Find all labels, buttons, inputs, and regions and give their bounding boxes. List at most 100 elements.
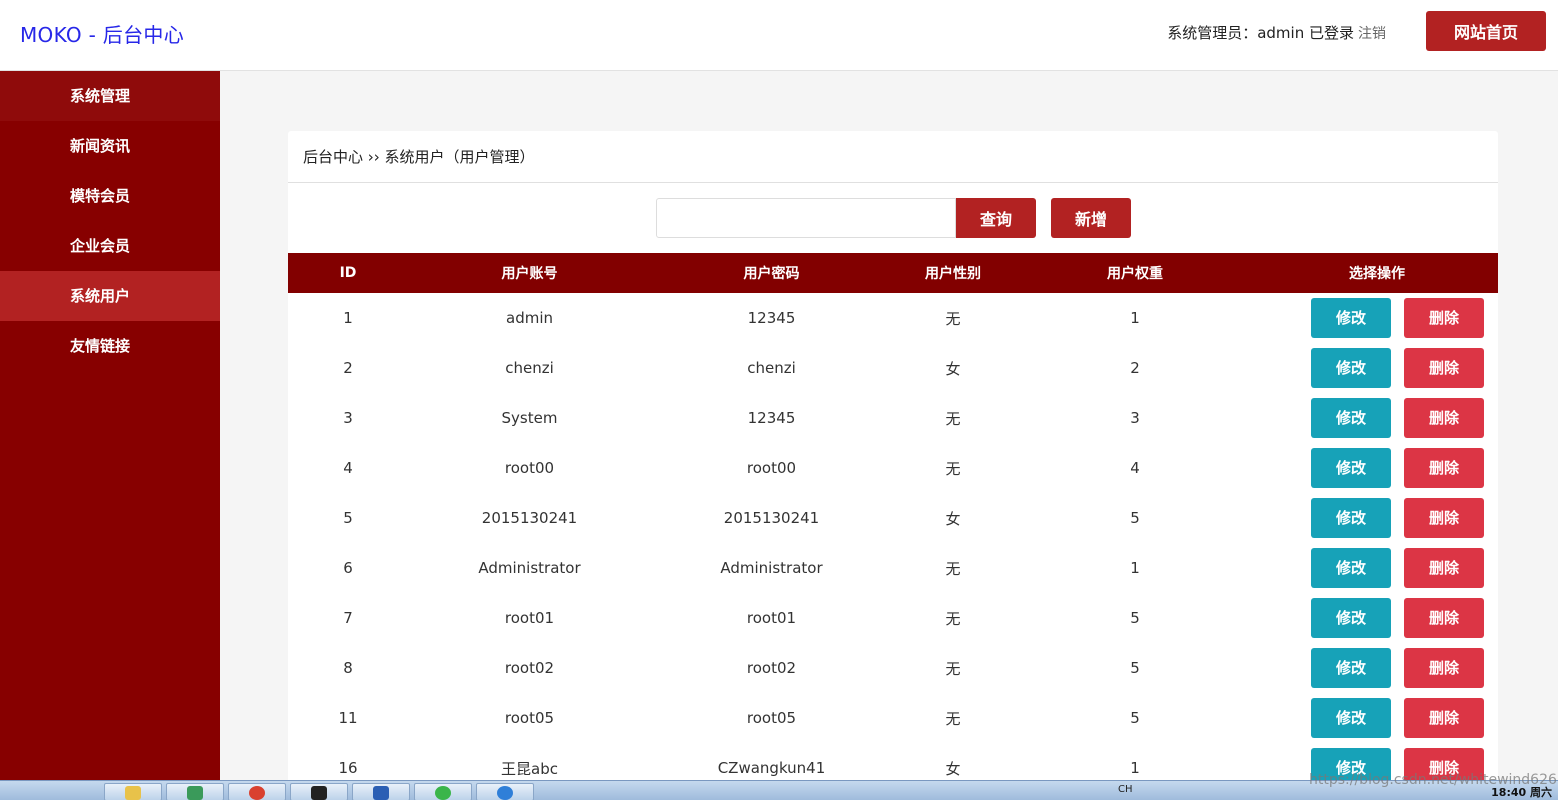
delete-button[interactable]: 删除 <box>1404 598 1484 638</box>
cell-gender: 无 <box>945 609 961 628</box>
cell-actions: 修改 删除 <box>1256 643 1498 693</box>
query-button[interactable]: 查询 <box>956 198 1036 238</box>
cell-actions: 修改 删除 <box>1256 343 1498 393</box>
word-icon <box>373 786 389 800</box>
cell-password: root02 <box>746 659 797 677</box>
folder-icon <box>125 786 141 800</box>
logout-link[interactable]: 注销 <box>1358 26 1386 42</box>
table-row: 1 admin 12345 无 1 修改 删除 <box>288 293 1498 343</box>
cell-id: 2 <box>343 359 353 377</box>
taskbar-button[interactable] <box>104 783 162 800</box>
cell-actions: 修改 删除 <box>1256 293 1498 343</box>
column-header-password: 用户密码 <box>743 266 800 282</box>
cell-password: 12345 <box>747 309 796 327</box>
add-user-button[interactable]: 新增 <box>1051 198 1131 238</box>
cell-account: root05 <box>504 709 555 727</box>
wechat-icon <box>435 786 451 800</box>
edit-button[interactable]: 修改 <box>1311 698 1391 738</box>
cell-weight: 4 <box>1130 459 1140 477</box>
delete-button[interactable]: 删除 <box>1404 398 1484 438</box>
taskbar-button[interactable] <box>228 783 286 800</box>
delete-button[interactable]: 删除 <box>1404 648 1484 688</box>
breadcrumb: 后台中心 ›› 系统用户（用户管理） <box>288 131 1498 183</box>
cell-weight: 5 <box>1130 609 1140 627</box>
table-row: 7 root01 root01 无 5 修改 删除 <box>288 593 1498 643</box>
cell-account: root00 <box>504 459 555 477</box>
delete-button[interactable]: 删除 <box>1404 548 1484 588</box>
cell-id: 11 <box>338 709 358 727</box>
delete-button[interactable]: 删除 <box>1404 298 1484 338</box>
taskbar-button[interactable] <box>476 783 534 800</box>
cell-actions: 修改 删除 <box>1256 593 1498 643</box>
edit-button[interactable]: 修改 <box>1311 548 1391 588</box>
cell-gender: 无 <box>945 459 961 478</box>
table-row: 6 Administrator Administrator 无 1 修改 删除 <box>288 543 1498 593</box>
cell-id: 7 <box>343 609 353 627</box>
tray-language[interactable]: CH <box>1118 784 1133 795</box>
edit-button[interactable]: 修改 <box>1311 348 1391 388</box>
sidebar-item-company-members[interactable]: 企业会员 <box>0 221 220 271</box>
chrome-icon <box>249 786 265 800</box>
website-home-button[interactable]: 网站首页 <box>1426 11 1546 51</box>
delete-button[interactable]: 删除 <box>1404 348 1484 388</box>
cell-weight: 5 <box>1130 709 1140 727</box>
admin-status: 系统管理员：admin 已登录 注销 <box>1167 22 1386 43</box>
cell-gender: 无 <box>945 709 961 728</box>
top-header: MOKO - 后台中心 系统管理员：admin 已登录 注销 网站首页 <box>0 0 1558 71</box>
cell-id: 6 <box>343 559 353 577</box>
table-row: 4 root00 root00 无 4 修改 删除 <box>288 443 1498 493</box>
browser-icon <box>497 786 513 800</box>
cell-gender: 无 <box>945 659 961 678</box>
cell-weight: 5 <box>1130 659 1140 677</box>
column-header-account: 用户账号 <box>501 266 558 282</box>
table-body: 1 admin 12345 无 1 修改 删除 2 chenzi chenzi 女 2 修改 删除 3 Sys… <box>288 293 1498 793</box>
edit-button[interactable]: 修改 <box>1311 648 1391 688</box>
delete-button[interactable]: 删除 <box>1404 448 1484 488</box>
taskbar-button[interactable] <box>414 783 472 800</box>
edit-button[interactable]: 修改 <box>1311 298 1391 338</box>
cell-account: admin <box>506 309 553 327</box>
cell-weight: 1 <box>1130 559 1140 577</box>
sidebar-item-system-users[interactable]: 系统用户 <box>0 271 220 321</box>
cell-account: System <box>501 409 558 427</box>
column-header-actions: 选择操作 <box>1349 266 1405 282</box>
cell-actions: 修改 删除 <box>1256 493 1498 543</box>
cell-account: root02 <box>504 659 555 677</box>
cell-actions: 修改 删除 <box>1256 393 1498 443</box>
cell-password: chenzi <box>747 359 796 377</box>
ide-icon <box>311 786 327 800</box>
cell-id: 8 <box>343 659 353 677</box>
delete-button[interactable]: 删除 <box>1404 698 1484 738</box>
delete-button[interactable]: 删除 <box>1404 498 1484 538</box>
cell-gender: 无 <box>945 559 961 578</box>
sidebar: 系统管理 新闻资讯 模特会员 企业会员 系统用户 友情链接 <box>0 71 220 800</box>
taskbar-button[interactable] <box>290 783 348 800</box>
edit-button[interactable]: 修改 <box>1311 498 1391 538</box>
sidebar-item-system-management[interactable]: 系统管理 <box>0 71 220 121</box>
cell-password: root05 <box>746 709 797 727</box>
edit-button[interactable]: 修改 <box>1311 598 1391 638</box>
admin-status-text: 系统管理员：admin 已登录 <box>1167 24 1354 42</box>
cell-password: root00 <box>746 459 797 477</box>
taskbar-button[interactable] <box>352 783 410 800</box>
sidebar-item-model-members[interactable]: 模特会员 <box>0 171 220 221</box>
search-input[interactable] <box>656 198 956 238</box>
cell-gender: 无 <box>945 309 961 328</box>
sidebar-item-friend-links[interactable]: 友情链接 <box>0 321 220 371</box>
cell-id: 3 <box>343 409 353 427</box>
edit-button[interactable]: 修改 <box>1311 398 1391 438</box>
cell-gender: 女 <box>945 359 961 378</box>
brand-title: MOKO - 后台中心 <box>20 23 184 47</box>
sidebar-item-news[interactable]: 新闻资讯 <box>0 121 220 171</box>
table-row: 11 root05 root05 无 5 修改 删除 <box>288 693 1498 743</box>
cell-weight: 1 <box>1130 309 1140 327</box>
column-header-weight: 用户权重 <box>1107 266 1163 282</box>
table-row: 5 2015130241 2015130241 女 5 修改 删除 <box>288 493 1498 543</box>
cell-actions: 修改 删除 <box>1256 543 1498 593</box>
cell-password: Administrator <box>720 559 823 577</box>
taskbar-button[interactable] <box>166 783 224 800</box>
table-row: 3 System 12345 无 3 修改 删除 <box>288 393 1498 443</box>
cell-gender: 女 <box>945 509 961 528</box>
edit-button[interactable]: 修改 <box>1311 448 1391 488</box>
cell-weight: 2 <box>1130 359 1140 377</box>
